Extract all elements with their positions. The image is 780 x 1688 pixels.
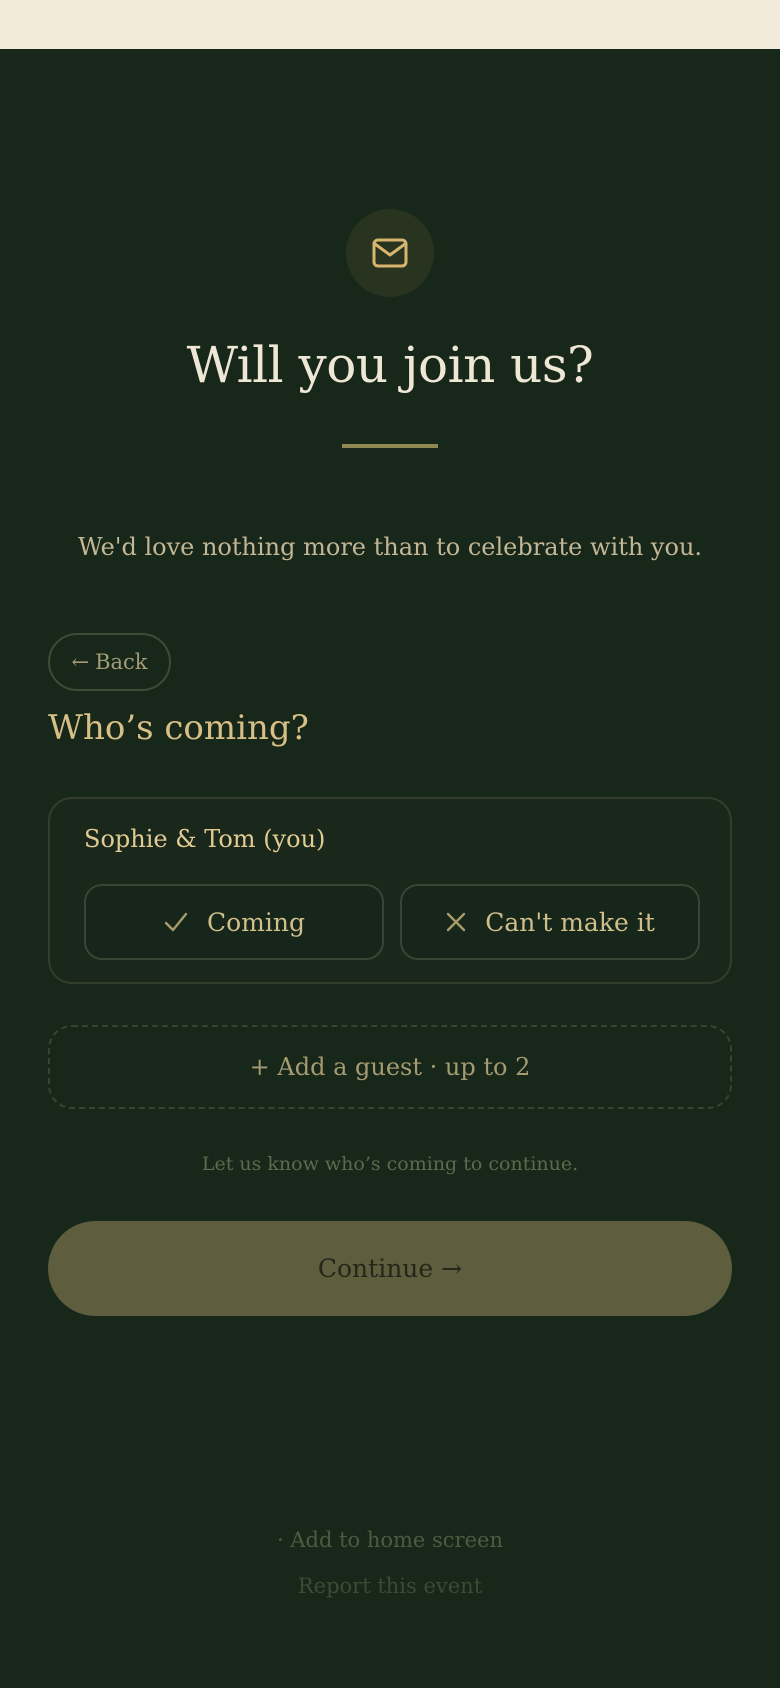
guest-card: Sophie & Tom (you) Coming Can't make it (48, 797, 732, 984)
hint-text: Let us know who’s coming to continue. (201, 1153, 579, 1175)
back-label: Back (95, 650, 148, 674)
close-icon (447, 912, 466, 932)
coming-label: Coming (207, 907, 305, 937)
continue-button[interactable]: Continue → (48, 1221, 732, 1316)
page-title: Will you join us? (186, 336, 594, 394)
envelope-icon (372, 238, 408, 268)
guest-name: Sophie & Tom (you) (84, 825, 326, 853)
title-divider (342, 444, 438, 448)
top-strip (0, 0, 780, 49)
add-guest-button[interactable]: + Add a guest · up to 2 (48, 1025, 732, 1109)
envelope-badge (346, 209, 434, 297)
page-subtitle: We'd love nothing more than to celebrate… (77, 533, 703, 561)
arrow-left-icon: ← (71, 650, 90, 674)
cant-make-it-button[interactable]: Can't make it (400, 884, 700, 960)
add-to-home-screen-link[interactable]: · Add to home screen (0, 1528, 780, 1552)
check-icon (164, 912, 188, 932)
arrow-right-icon: → (433, 1254, 463, 1283)
back-button[interactable]: ← Back (48, 633, 171, 691)
coming-button[interactable]: Coming (84, 884, 384, 960)
cant-make-it-label: Can't make it (485, 907, 655, 937)
report-event-link[interactable]: Report this event (0, 1574, 780, 1598)
section-title: Who’s coming? (48, 708, 309, 748)
continue-label: Continue (317, 1254, 434, 1283)
